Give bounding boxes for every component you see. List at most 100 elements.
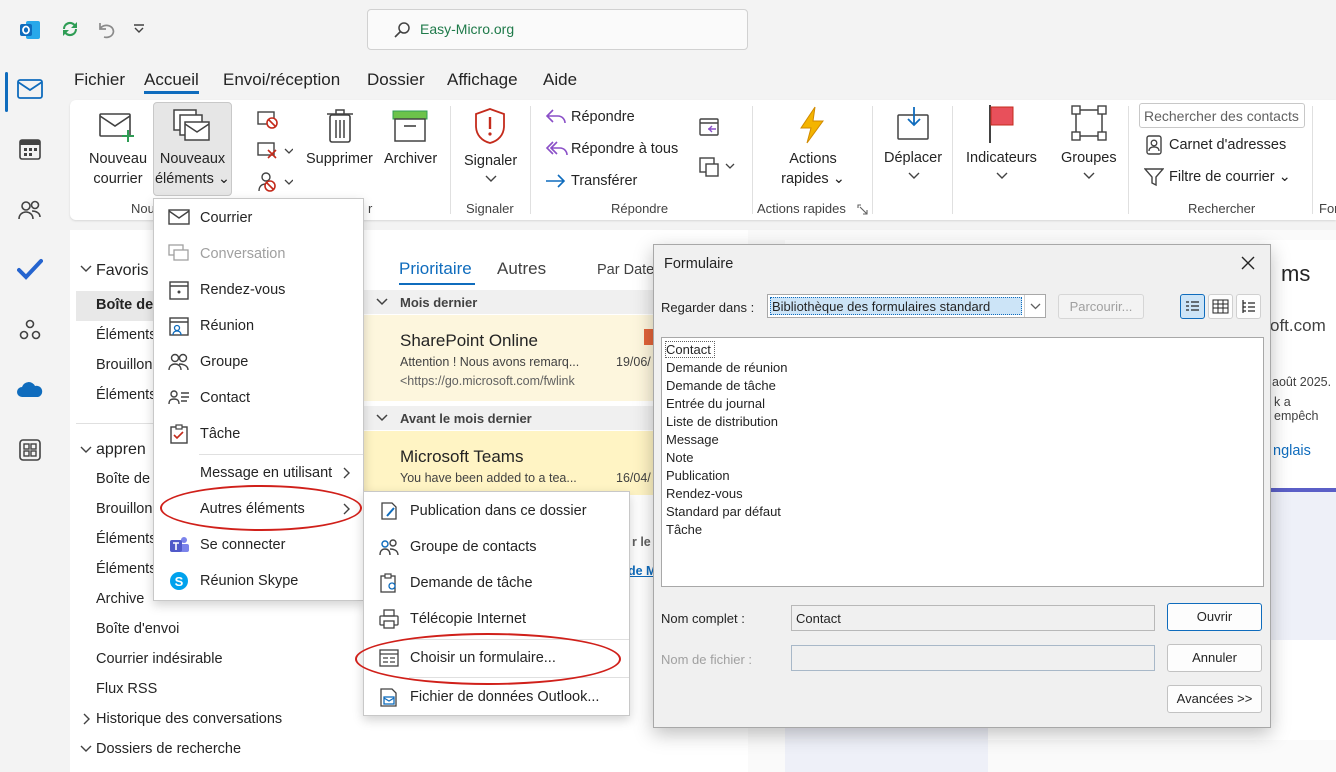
menu-item-task-request[interactable]: Demande de tâche	[364, 565, 629, 601]
menu-item-courrier[interactable]: Courrier	[154, 200, 363, 236]
tab-affichage[interactable]: Affichage	[447, 70, 518, 90]
chevron-down-icon[interactable]	[80, 265, 92, 273]
folder-deleted-favorite[interactable]: Éléments	[96, 387, 156, 403]
folder-archive[interactable]: Archive	[96, 591, 144, 607]
menu-item-internet-fax[interactable]: Télécopie Internet	[364, 601, 629, 637]
form-item[interactable]: Demande de réunion	[666, 359, 787, 377]
open-button[interactable]: Ouvrir	[1167, 603, 1262, 631]
menu-item-se-connecter[interactable]: Se connecter	[154, 527, 363, 563]
tree-view-button[interactable]	[1236, 294, 1261, 319]
folder-deleted[interactable]: Éléments	[96, 561, 156, 577]
chevron-down-icon[interactable]	[80, 745, 92, 753]
folder-search-folders[interactable]: Dossiers de recherche	[96, 741, 241, 757]
form-item[interactable]: Publication	[666, 467, 787, 485]
quick-actions-button[interactable]: Actions rapides ⌄	[773, 149, 853, 189]
folder-sent-favorite[interactable]: Éléments	[96, 327, 156, 343]
folder-drafts[interactable]: Brouillon	[96, 501, 152, 517]
calendar-icon[interactable]	[18, 137, 42, 161]
move-button[interactable]: Déplacer	[884, 148, 942, 168]
form-item[interactable]: Entrée du journal	[666, 395, 787, 413]
menu-item-contact[interactable]: Contact	[154, 380, 363, 416]
folder-sent[interactable]: Éléments	[96, 531, 156, 547]
folder-inbox[interactable]: Boîte de	[96, 471, 150, 487]
menu-item-reunion-skype[interactable]: S Réunion Skype	[154, 563, 363, 599]
more-apps-icon[interactable]	[18, 438, 42, 462]
close-icon[interactable]	[1240, 255, 1256, 271]
quick-actions-icon	[797, 106, 827, 144]
form-item[interactable]: Tâche	[666, 521, 787, 539]
form-dialog: Formulaire Regarder dans : Bibliothèque …	[653, 244, 1271, 728]
folder-inbox-favorite[interactable]: Boîte de	[96, 297, 153, 313]
address-book-button[interactable]: Carnet d'adresses	[1169, 137, 1286, 153]
chevron-right-icon[interactable]	[83, 713, 91, 725]
forward-button[interactable]: Transférer	[571, 173, 637, 189]
sync-icon[interactable]	[59, 18, 81, 40]
list-view-button[interactable]	[1180, 294, 1205, 319]
form-item[interactable]: Contact	[666, 341, 787, 359]
account-header[interactable]: appren	[96, 441, 146, 459]
new-mail-button[interactable]: Nouveau courrier	[84, 149, 152, 189]
form-item[interactable]: Standard par défaut	[666, 503, 787, 521]
favorites-header[interactable]: Favoris	[96, 262, 148, 280]
menu-item-groupe[interactable]: Groupe	[154, 344, 363, 380]
undo-icon[interactable]	[94, 18, 116, 40]
tab-envoi-reception[interactable]: Envoi/réception	[223, 70, 340, 90]
people-icon[interactable]	[17, 198, 43, 222]
apps-network-icon[interactable]	[18, 318, 42, 342]
form-item[interactable]: Rendez-vous	[666, 485, 787, 503]
file-name-label: Nom de fichier :	[661, 652, 753, 667]
filter-mail-button[interactable]: Filtre de courrier ⌄	[1169, 169, 1291, 185]
folder-conversation-history[interactable]: Historique des conversations	[96, 711, 282, 727]
menu-item-publication[interactable]: Publication dans ce dossier	[364, 493, 629, 529]
form-item[interactable]: Note	[666, 449, 787, 467]
todo-icon[interactable]	[17, 258, 43, 280]
dialog-launcher-icon[interactable]	[857, 204, 868, 215]
tab-other[interactable]: Autres	[497, 259, 546, 279]
onedrive-icon[interactable]	[16, 380, 44, 398]
tab-fichier[interactable]: Fichier	[74, 70, 125, 90]
reply-all-button[interactable]: Répondre à tous	[571, 141, 678, 157]
clean-up-icon[interactable]	[257, 141, 293, 161]
menu-item-tache[interactable]: Tâche	[154, 416, 363, 452]
folder-outbox[interactable]: Boîte d'envoi	[96, 621, 179, 637]
junk-icon[interactable]	[257, 171, 293, 193]
reply-button[interactable]: Répondre	[571, 109, 635, 125]
menu-item-label: Publication dans ce dossier	[410, 503, 587, 519]
ignore-icon[interactable]	[257, 110, 279, 130]
menu-item-rendez-vous[interactable]: Rendez-vous	[154, 272, 363, 308]
look-in-select[interactable]: Bibliothèque des formulaires standard	[767, 294, 1046, 318]
search-contacts-input[interactable]: Rechercher des contacts	[1139, 103, 1305, 128]
tab-accueil[interactable]: Accueil	[144, 70, 199, 94]
report-button[interactable]: Signaler	[464, 151, 517, 171]
chevron-down-icon[interactable]	[80, 446, 92, 454]
tab-dossier[interactable]: Dossier	[367, 70, 425, 90]
tab-aide[interactable]: Aide	[543, 70, 577, 90]
meeting-reply-icon[interactable]	[698, 116, 722, 138]
details-view-button[interactable]	[1208, 294, 1233, 319]
sort-button[interactable]: Par Date	[597, 262, 654, 278]
form-item[interactable]: Message	[666, 431, 787, 449]
folder-rss[interactable]: Flux RSS	[96, 681, 157, 697]
forms-list[interactable]: Contact Demande de réunion Demande de tâ…	[661, 337, 1264, 587]
groups-button[interactable]: Groupes	[1061, 148, 1117, 168]
menu-item-contact-group[interactable]: Groupe de contacts	[364, 529, 629, 565]
folder-junk[interactable]: Courrier indésirable	[96, 651, 223, 667]
reading-link[interactable]: nglais	[1273, 443, 1311, 459]
quick-access-dropdown-icon[interactable]	[133, 24, 145, 34]
cancel-button[interactable]: Annuler	[1167, 644, 1262, 672]
cancel-label: Annuler	[1192, 650, 1237, 665]
flags-button[interactable]: Indicateurs	[966, 148, 1037, 168]
search-box[interactable]: Easy-Micro.org	[367, 9, 748, 50]
chevron-down-icon[interactable]	[376, 298, 388, 306]
archive-button[interactable]: Archiver	[384, 149, 437, 169]
form-item[interactable]: Demande de tâche	[666, 377, 787, 395]
chevron-down-icon[interactable]	[376, 414, 388, 422]
tab-focused[interactable]: Prioritaire	[399, 259, 472, 279]
folder-drafts-favorite[interactable]: Brouillon	[96, 357, 152, 373]
menu-item-reunion[interactable]: Réunion	[154, 308, 363, 344]
mail-icon[interactable]	[17, 78, 43, 100]
form-item[interactable]: Liste de distribution	[666, 413, 787, 431]
more-respond-icon[interactable]	[698, 156, 736, 178]
delete-button[interactable]: Supprimer	[306, 149, 373, 169]
advanced-button[interactable]: Avancées >>	[1167, 685, 1262, 713]
